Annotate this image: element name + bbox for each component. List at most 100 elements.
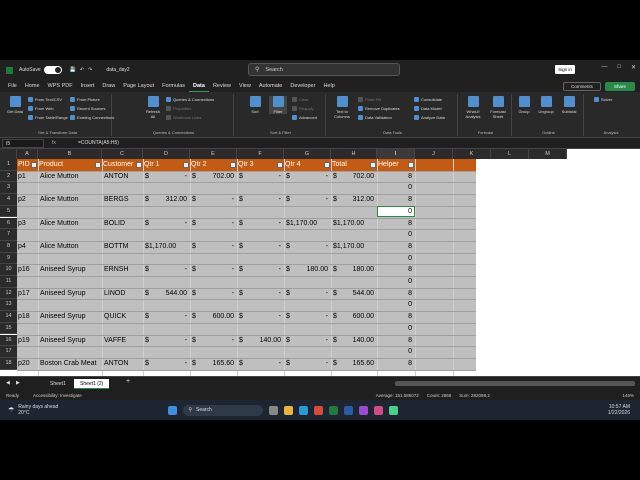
- helper-cell[interactable]: 8: [377, 194, 412, 205]
- consolidate-button[interactable]: Consolidate: [414, 97, 442, 102]
- product-cell[interactable]: Alice Mutton: [40, 171, 104, 182]
- filter-dropdown-icon[interactable]: [183, 162, 189, 168]
- column-header[interactable]: G: [284, 149, 331, 159]
- properties-button[interactable]: Properties: [166, 106, 191, 111]
- from-text-csv-button[interactable]: From Text/CSV: [28, 97, 62, 102]
- text-to-columns-button[interactable]: Text to Columns: [330, 96, 354, 119]
- weather-widget[interactable]: Rainy days ahead 20°C: [18, 404, 58, 416]
- helper-cell[interactable]: 0: [377, 276, 412, 287]
- word-icon[interactable]: [344, 405, 354, 415]
- row-header[interactable]: 5: [0, 205, 17, 218]
- pid-cell[interactable]: p18: [18, 311, 39, 322]
- accessibility-status[interactable]: Accessibility: Investigate: [33, 393, 82, 398]
- helper-cell[interactable]: 8: [377, 335, 412, 346]
- menu-help[interactable]: Help: [319, 80, 338, 92]
- amount-cell[interactable]: 544.00: [331, 288, 374, 299]
- workbook-links-button[interactable]: Workbook Links: [166, 115, 201, 120]
- row-header[interactable]: 2: [0, 170, 17, 183]
- app-icon[interactable]: [359, 405, 369, 415]
- redo-icon[interactable]: ↷: [88, 67, 92, 73]
- menu-automate[interactable]: Automate: [255, 80, 287, 92]
- amount-cell[interactable]: -: [237, 264, 281, 275]
- amount-cell[interactable]: 312.00: [143, 194, 187, 205]
- filter-dropdown-icon[interactable]: [277, 162, 283, 168]
- table-header-cell[interactable]: PID: [18, 159, 31, 170]
- column-header[interactable]: C: [102, 149, 143, 159]
- row-header[interactable]: 1: [0, 159, 17, 171]
- product-cell[interactable]: Aniseed Syrup: [40, 264, 104, 275]
- filter-dropdown-icon[interactable]: [136, 162, 142, 168]
- amount-cell[interactable]: -: [190, 218, 234, 229]
- search-box[interactable]: ⚲ Search: [248, 63, 400, 76]
- table-header-cell[interactable]: Qtr 4: [285, 159, 324, 170]
- customer-cell[interactable]: LINOD: [104, 288, 145, 299]
- reapply-button[interactable]: Reapply: [292, 106, 314, 111]
- fx-label[interactable]: fx: [52, 140, 74, 146]
- amount-cell[interactable]: 140.00: [331, 335, 374, 346]
- helper-cell[interactable]: 8: [377, 288, 412, 299]
- helper-cell[interactable]: 8: [377, 171, 412, 182]
- amount-cell[interactable]: -: [143, 264, 187, 275]
- amount-cell[interactable]: -: [284, 288, 328, 299]
- amount-cell[interactable]: -: [143, 311, 187, 322]
- amount-cell[interactable]: -: [190, 288, 234, 299]
- menu-view[interactable]: View: [235, 80, 255, 92]
- table-header-cell[interactable]: Qtr 3: [238, 159, 277, 170]
- refresh-all-button[interactable]: Refresh All: [144, 96, 162, 119]
- amount-cell[interactable]: 600.00: [331, 311, 374, 322]
- share-button[interactable]: Share: [605, 82, 635, 91]
- amount-cell[interactable]: -: [284, 194, 328, 205]
- customer-cell[interactable]: VAFFE: [104, 335, 145, 346]
- table-header-cell[interactable]: Total: [332, 159, 370, 170]
- helper-cell[interactable]: 8: [377, 311, 412, 322]
- amount-cell[interactable]: -: [284, 358, 328, 369]
- close-icon[interactable]: ✕: [631, 64, 636, 71]
- amount-cell[interactable]: -: [190, 335, 234, 346]
- row-header[interactable]: 12: [0, 287, 17, 300]
- existing-connections-button[interactable]: Existing Connections: [70, 115, 114, 120]
- what-if-button[interactable]: What-If Analysis: [462, 96, 484, 119]
- row-header[interactable]: 14: [0, 311, 17, 323]
- pid-cell[interactable]: p16: [18, 264, 39, 275]
- add-sheet-icon[interactable]: +: [126, 378, 130, 385]
- filter-dropdown-icon[interactable]: [324, 162, 330, 168]
- recent-sources-button[interactable]: Recent Sources: [70, 106, 105, 111]
- app-icon[interactable]: [389, 405, 399, 415]
- amount-cell[interactable]: -: [284, 335, 328, 346]
- helper-cell[interactable]: 0: [377, 182, 412, 193]
- sheet-tab[interactable]: Sheet1: [44, 379, 72, 389]
- prev-sheet-icon[interactable]: ◀: [6, 380, 10, 386]
- amount-cell[interactable]: -: [237, 218, 281, 229]
- menu-file[interactable]: File: [4, 80, 21, 92]
- row-header[interactable]: 7: [0, 229, 17, 241]
- undo-icon[interactable]: ↶: [80, 67, 84, 73]
- column-header[interactable]: A: [17, 149, 38, 159]
- amount-cell[interactable]: -: [190, 264, 234, 275]
- customer-cell[interactable]: BOLID: [104, 218, 145, 229]
- menu-insert[interactable]: Insert: [77, 80, 99, 92]
- comments-button[interactable]: Comments: [563, 82, 601, 91]
- product-cell[interactable]: Boston Crab Meat: [40, 358, 104, 369]
- row-header[interactable]: 16: [0, 334, 17, 347]
- pid-cell[interactable]: p3: [18, 218, 39, 229]
- windows-start-icon[interactable]: [168, 405, 178, 415]
- amount-cell[interactable]: -: [237, 241, 281, 252]
- pid-cell[interactable]: p4: [18, 241, 39, 252]
- from-table-button[interactable]: From Table/Range: [28, 115, 68, 120]
- analyze-data-button[interactable]: Analyze Data: [414, 115, 445, 120]
- pid-cell[interactable]: p20: [18, 358, 39, 369]
- amount-cell[interactable]: -: [143, 335, 187, 346]
- menu-wps-pdf[interactable]: WPS PDF: [44, 80, 77, 92]
- group-button[interactable]: Group: [514, 96, 534, 114]
- product-cell[interactable]: Alice Mutton: [40, 241, 104, 252]
- column-header[interactable]: I: [377, 149, 415, 159]
- helper-cell[interactable]: 0: [377, 253, 412, 264]
- amount-cell[interactable]: 180.00: [331, 264, 374, 275]
- row-header[interactable]: 6: [0, 217, 17, 230]
- helper-cell[interactable]: 8: [377, 218, 412, 229]
- solver-button[interactable]: Solver: [594, 97, 612, 102]
- row-header[interactable]: 8: [0, 240, 17, 253]
- amount-cell[interactable]: -: [190, 241, 234, 252]
- amount-cell[interactable]: -: [237, 311, 281, 322]
- filter-dropdown-icon[interactable]: [408, 162, 414, 168]
